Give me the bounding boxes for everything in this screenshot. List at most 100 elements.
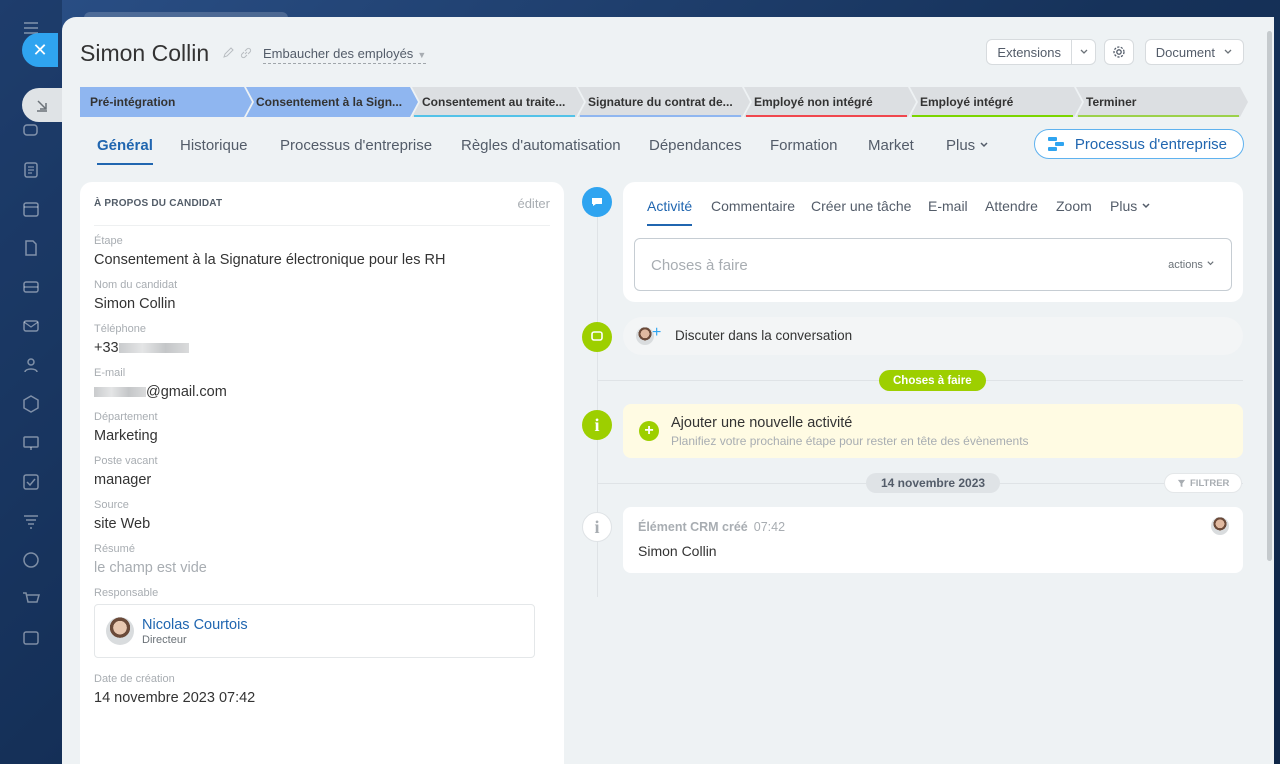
email-domain: @gmail.com <box>146 384 227 400</box>
redacted-phone <box>118 343 189 354</box>
field-value[interactable]: @gmail.com <box>94 382 550 402</box>
history-time: 07:42 <box>753 520 786 534</box>
field-value[interactable]: site Web <box>94 514 550 534</box>
stage-5[interactable]: Employé non intégré <box>744 87 918 117</box>
stage-label: Employé non intégré <box>754 95 873 109</box>
chart-icon[interactable] <box>21 628 41 648</box>
stage-2[interactable]: Consentement à la Sign... <box>246 87 420 117</box>
tab-dependencies[interactable]: Dépendances <box>649 137 742 165</box>
stage-label: Terminer <box>1086 95 1137 109</box>
responsible-user[interactable]: Nicolas Courtois Directeur <box>94 604 535 658</box>
tab-automation-rules[interactable]: Règles d'automatisation <box>461 137 621 165</box>
history-entity-name[interactable]: Simon Collin <box>638 543 717 559</box>
calendar-icon[interactable] <box>21 199 41 219</box>
pencil-icon[interactable] <box>222 46 234 64</box>
collapse-icon[interactable] <box>22 88 62 122</box>
tab-wait[interactable]: Attendre <box>985 198 1038 226</box>
chevron-down-icon[interactable] <box>1071 40 1095 64</box>
add-activity-card[interactable]: + Ajouter une nouvelle activité Planifie… <box>623 404 1243 458</box>
field-label: Étape <box>94 235 123 247</box>
tab-more[interactable]: Plus <box>946 137 989 165</box>
info-icon: i <box>582 410 612 440</box>
pipeline-select[interactable]: Embaucher des employés ▼ <box>263 46 427 64</box>
stage-7[interactable]: Terminer <box>1076 87 1250 117</box>
inbox-icon[interactable] <box>21 277 41 297</box>
business-process-label: Processus d'entreprise <box>1074 135 1227 153</box>
field-created: Date de création 14 novembre 2023 07:42 <box>94 672 550 708</box>
stage-6[interactable]: Employé intégré <box>910 87 1084 117</box>
contacts-icon[interactable] <box>21 355 41 375</box>
feed-icon[interactable] <box>21 160 41 180</box>
field-email: E-mail @gmail.com <box>94 366 550 402</box>
avatar <box>1211 517 1229 535</box>
field-label: E-mail <box>94 367 126 379</box>
tasks-icon[interactable] <box>21 472 41 492</box>
responsible-role: Directeur <box>142 634 187 646</box>
filter-button[interactable]: FILTRER <box>1164 473 1243 493</box>
tab-business-process[interactable]: Processus d'entreprise <box>280 137 432 165</box>
stage-3[interactable]: Consentement au traite... <box>412 87 586 117</box>
field-value[interactable]: Consentement à la Signature électronique… <box>94 250 550 270</box>
tab-general[interactable]: Général <box>97 137 153 165</box>
chevron-down-icon <box>1207 261 1214 266</box>
add-icon: + <box>639 421 659 441</box>
stage-label: Pré-intégration <box>90 95 176 109</box>
stage-bar: Pré-intégration Consentement à la Sign...… <box>80 87 1248 117</box>
tab-bar: Général Historique Processus d'entrepris… <box>80 129 1244 169</box>
field-responsible: Responsable Nicolas Courtois Directeur <box>94 586 550 658</box>
tab-email[interactable]: E-mail <box>928 198 968 226</box>
stage-4[interactable]: Signature du contrat de... <box>578 87 752 117</box>
document-label: Document <box>1155 44 1215 60</box>
extensions-button[interactable]: Extensions <box>986 39 1096 65</box>
field-value[interactable]: Marketing <box>94 426 550 446</box>
document-button[interactable]: Document <box>1144 39 1244 65</box>
tab-training[interactable]: Formation <box>770 137 838 165</box>
process-icon <box>1047 137 1064 151</box>
tab-history[interactable]: Historique <box>180 137 248 165</box>
field-value[interactable]: +33 <box>94 338 550 358</box>
tab-comment[interactable]: Commentaire <box>711 198 795 226</box>
chat-label: Discuter dans la conversation <box>675 328 853 343</box>
field-value[interactable]: le champ est vide <box>94 558 550 578</box>
open-chat-row[interactable]: + Discuter dans la conversation <box>623 317 1243 355</box>
tab-create-task[interactable]: Créer une tâche <box>811 198 911 226</box>
filter-icon[interactable] <box>21 511 41 531</box>
tab-activity[interactable]: Activité <box>647 198 693 226</box>
field-label: Poste vacant <box>94 455 158 467</box>
date-pill: 14 novembre 2023 <box>866 473 1001 493</box>
filter-icon <box>1177 479 1186 487</box>
link-icon[interactable] <box>240 46 252 64</box>
field-label: Responsable <box>94 587 159 599</box>
cart-icon[interactable] <box>21 589 41 609</box>
add-activity-subtitle: Planifiez votre prochaine étape pour res… <box>671 434 1029 448</box>
close-icon[interactable]: ✕ <box>22 33 58 67</box>
field-value[interactable]: manager <box>94 470 550 490</box>
field-value[interactable]: Simon Collin <box>94 294 550 314</box>
field-stage: Étape Consentement à la Signature électr… <box>94 234 550 270</box>
tab-zoom[interactable]: Zoom <box>1056 198 1092 226</box>
field-department: Département Marketing <box>94 410 550 446</box>
scrollbar[interactable] <box>1267 31 1272 561</box>
tab-more[interactable]: Plus <box>1110 198 1151 226</box>
business-process-button[interactable]: Processus d'entreprise <box>1033 129 1244 159</box>
presentation-icon[interactable] <box>21 433 41 453</box>
section-title: À PROPOS DU CANDIDAT <box>94 198 223 209</box>
stage-1[interactable]: Pré-intégration <box>80 87 254 117</box>
settings-icon[interactable] <box>21 394 41 414</box>
page-title: Simon Collin <box>80 40 210 66</box>
chat-icon[interactable] <box>21 121 41 141</box>
mail-icon[interactable] <box>21 316 41 336</box>
field-value: 14 novembre 2023 07:42 <box>94 690 256 706</box>
stage-label: Signature du contrat de... <box>588 95 733 109</box>
actions-label: actions <box>1168 259 1203 271</box>
todo-input[interactable]: Choses à faire actions <box>634 238 1232 291</box>
gear-icon[interactable] <box>1104 39 1134 65</box>
cube-icon[interactable] <box>21 550 41 570</box>
history-title-text: Élément CRM créé <box>638 520 748 534</box>
responsible-name[interactable]: Nicolas Courtois <box>142 617 248 633</box>
tab-market[interactable]: Market <box>868 137 914 165</box>
document-icon[interactable] <box>21 238 41 258</box>
edit-link[interactable]: éditer <box>517 196 550 211</box>
chevron-down-icon <box>1142 203 1150 209</box>
actions-dropdown[interactable]: actions <box>1168 259 1215 271</box>
